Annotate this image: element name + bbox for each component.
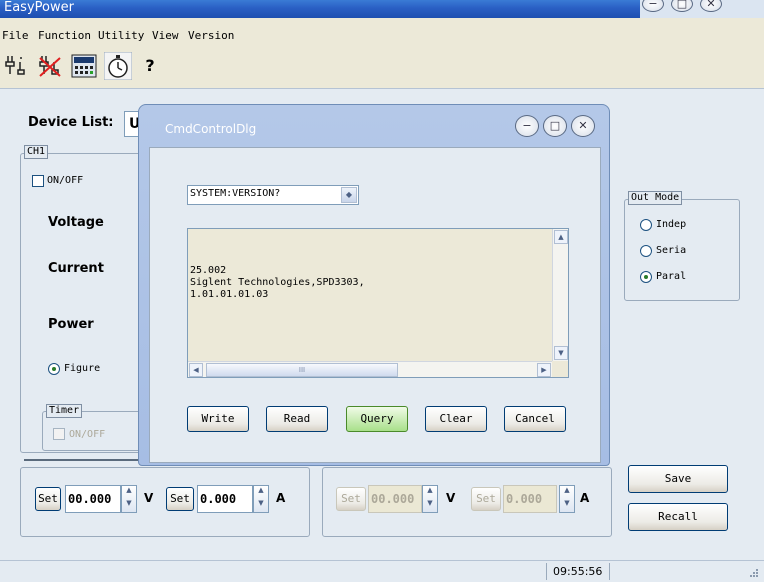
close-button[interactable]: ✕ xyxy=(700,0,722,12)
status-bar: 09:55:56 xyxy=(0,560,764,582)
device-list-label: Device List: xyxy=(28,115,114,130)
ch1-current-set-button[interactable]: Set xyxy=(166,487,194,511)
command-select-value: SYSTEM:VERSION? xyxy=(190,188,281,199)
dialog-close-button[interactable]: ✕ xyxy=(571,115,595,137)
app-title: EasyPower xyxy=(4,0,74,15)
toolbar: ? xyxy=(0,51,764,82)
response-text: 25.002 Siglent Technologies,SPD3303, 1.0… xyxy=(190,265,365,300)
timer-onoff-label: ON/OFF xyxy=(69,429,106,440)
ch2-current-spinner[interactable]: ▲ ▼ xyxy=(559,485,575,513)
spin-up-icon[interactable]: ▲ xyxy=(254,486,268,499)
titlebar-controls-area: − □ ✕ xyxy=(640,0,764,18)
resize-grip-icon[interactable] xyxy=(748,567,760,579)
spin-down-icon[interactable]: ▼ xyxy=(560,499,574,512)
ch1-current-spinner[interactable]: ▲ ▼ xyxy=(253,485,269,513)
spin-down-icon[interactable]: ▼ xyxy=(254,499,268,512)
dialog-body: SYSTEM:VERSION? ◆ 25.002 Siglent Technol… xyxy=(149,147,601,463)
command-select[interactable]: SYSTEM:VERSION? ◆ xyxy=(187,185,359,205)
ch1-current-unit: A xyxy=(276,491,286,505)
spin-up-icon[interactable]: ▲ xyxy=(560,486,574,499)
ch1-group xyxy=(20,153,148,453)
connect-icon[interactable] xyxy=(2,52,30,80)
out-mode-indep-radio[interactable] xyxy=(640,219,652,231)
save-button[interactable]: Save xyxy=(628,465,728,493)
out-mode-paral-label: Paral xyxy=(656,271,687,282)
ch1-voltage-unit: V xyxy=(144,491,154,505)
ch1-voltage-spinner[interactable]: ▲ ▼ xyxy=(121,485,137,513)
chevron-down-icon[interactable]: ◆ xyxy=(341,187,357,203)
disconnect-icon[interactable] xyxy=(36,52,64,80)
menu-utility[interactable]: Utility xyxy=(98,27,144,45)
ch2-current-unit: A xyxy=(580,491,590,505)
read-button[interactable]: Read xyxy=(266,406,328,432)
clear-button[interactable]: Clear xyxy=(425,406,487,432)
help-icon[interactable]: ? xyxy=(140,52,160,80)
query-button[interactable]: Query xyxy=(346,406,408,432)
scroll-left-icon[interactable]: ◀ xyxy=(189,363,203,377)
cancel-button[interactable]: Cancel xyxy=(504,406,566,432)
ch2-current-input[interactable]: 0.000 xyxy=(503,485,557,513)
maximize-button[interactable]: □ xyxy=(671,0,693,12)
menu-version[interactable]: Version xyxy=(188,27,234,45)
spin-down-icon[interactable]: ▼ xyxy=(122,499,136,512)
menu-file[interactable]: File xyxy=(2,27,29,45)
out-mode-seria-radio[interactable] xyxy=(640,245,652,257)
current-label: Current xyxy=(48,261,104,276)
menu-function[interactable]: Function xyxy=(38,27,91,45)
scroll-down-icon[interactable]: ▼ xyxy=(554,346,568,360)
menu-view[interactable]: View xyxy=(152,27,179,45)
command-panel-icon[interactable] xyxy=(70,52,98,80)
ch1-onoff-label: ON/OFF xyxy=(47,175,84,186)
menu-bar: File Function Utility View Version xyxy=(0,27,764,45)
response-vscrollbar[interactable]: ▲ ▼ xyxy=(552,229,568,361)
ch2-voltage-spinner[interactable]: ▲ ▼ xyxy=(422,485,438,513)
status-time: 09:55:56 xyxy=(553,565,603,578)
power-label: Power xyxy=(48,317,94,332)
scroll-thumb[interactable]: III xyxy=(206,363,398,377)
dialog-minimize-button[interactable]: − xyxy=(515,115,539,137)
ch2-voltage-unit: V xyxy=(446,491,456,505)
spin-up-icon[interactable]: ▲ xyxy=(122,486,136,499)
spin-down-icon[interactable]: ▼ xyxy=(423,499,437,512)
out-mode-indep-label: Indep xyxy=(656,219,687,230)
timer-onoff-checkbox[interactable] xyxy=(53,428,65,440)
figure-label: Figure xyxy=(64,363,101,374)
recall-button[interactable]: Recall xyxy=(628,503,728,531)
spin-up-icon[interactable]: ▲ xyxy=(423,486,437,499)
dialog-maximize-button[interactable]: □ xyxy=(543,115,567,137)
response-hscrollbar[interactable]: ◀ III ▶ xyxy=(188,361,552,377)
timer-icon[interactable] xyxy=(103,51,133,81)
out-mode-paral-radio[interactable] xyxy=(640,271,652,283)
ch2-current-set-button[interactable]: Set xyxy=(471,487,501,511)
cmd-control-dialog: CmdControlDlg − □ ✕ SYSTEM:VERSION? ◆ 25… xyxy=(138,104,610,466)
response-textarea[interactable]: 25.002 Siglent Technologies,SPD3303, 1.0… xyxy=(187,228,569,378)
figure-radio[interactable] xyxy=(48,363,60,375)
ch2-voltage-input[interactable]: 00.000 xyxy=(368,485,422,513)
ch1-onoff-checkbox[interactable] xyxy=(32,175,44,187)
voltage-label: Voltage xyxy=(48,215,104,230)
dialog-title: CmdControlDlg xyxy=(165,122,257,136)
ch1-voltage-input[interactable]: 00.000 xyxy=(65,485,121,513)
out-mode-label: Out Mode xyxy=(628,191,683,205)
ch1-voltage-set-button[interactable]: Set xyxy=(35,487,61,511)
ch1-group-label: CH1 xyxy=(24,145,49,159)
scroll-right-icon[interactable]: ▶ xyxy=(537,363,551,377)
ch1-current-input[interactable]: 0.000 xyxy=(197,485,253,513)
ch2-voltage-set-button[interactable]: Set xyxy=(336,487,366,511)
timer-group-label: Timer xyxy=(46,404,83,418)
write-button[interactable]: Write xyxy=(187,406,249,432)
scroll-up-icon[interactable]: ▲ xyxy=(554,230,568,244)
out-mode-seria-label: Seria xyxy=(656,245,687,256)
minimize-button[interactable]: − xyxy=(642,0,664,12)
main-titlebar: EasyPower − □ ✕ xyxy=(0,0,764,18)
status-time-pane: 09:55:56 xyxy=(546,563,610,580)
